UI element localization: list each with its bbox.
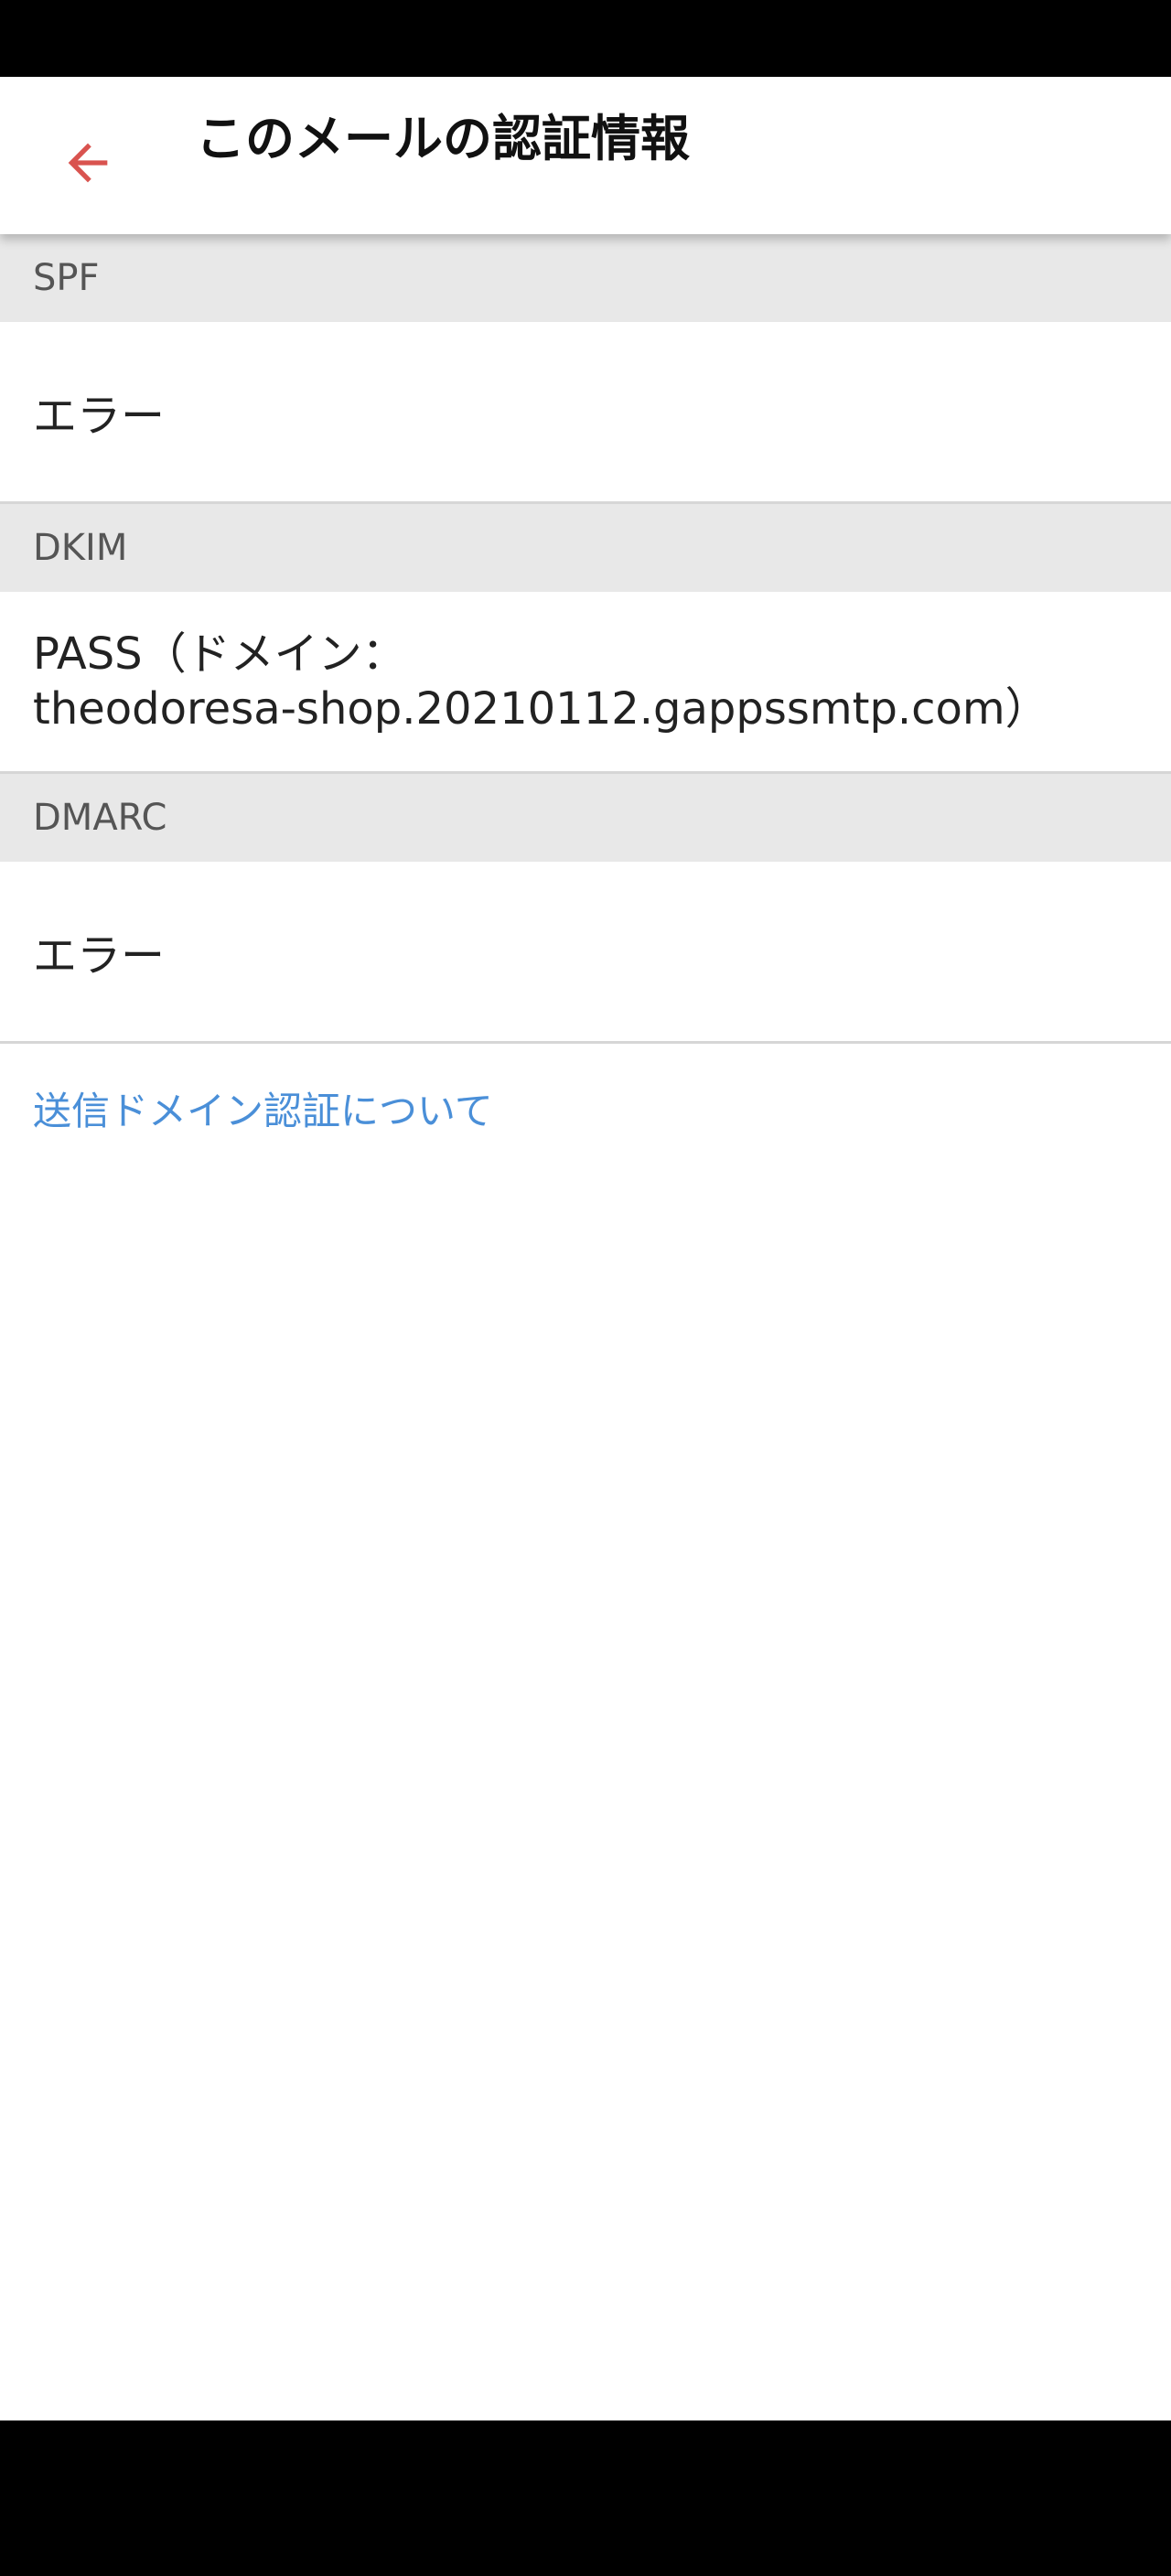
spf-value: エラー	[33, 391, 166, 442]
phone-screen: このメールの認証情報 SPF エラー DKIM PASS（ドメイン： theod…	[0, 0, 1171, 2576]
spf-value-row: エラー	[0, 322, 1171, 504]
dmarc-value-row: エラー	[0, 862, 1171, 1044]
back-button[interactable]	[44, 119, 132, 207]
app-bar: このメールの認証情報	[0, 77, 1171, 234]
dkim-value-line-1: PASS（ドメイン：	[33, 628, 406, 680]
dkim-value: PASS（ドメイン： theodoresa-shop.20210112.gapp…	[33, 627, 1049, 736]
dmarc-section-header: DMARC	[0, 774, 1171, 862]
dkim-label: DKIM	[33, 527, 128, 569]
navigation-bar	[0, 2420, 1171, 2576]
dkim-value-line-2: theodoresa-shop.20210112.gappssmtp.com）	[33, 683, 1049, 735]
dmarc-value: エラー	[33, 930, 166, 982]
sender-domain-auth-link[interactable]: 送信ドメイン認証について	[0, 1044, 1171, 1173]
arrow-left-icon	[68, 143, 108, 183]
dmarc-label: DMARC	[33, 797, 167, 839]
spf-section-header: SPF	[0, 234, 1171, 322]
dkim-section-header: DKIM	[0, 504, 1171, 592]
status-bar	[0, 0, 1171, 77]
auth-info-screen: このメールの認証情報 SPF エラー DKIM PASS（ドメイン： theod…	[0, 77, 1171, 2420]
dkim-value-row: PASS（ドメイン： theodoresa-shop.20210112.gapp…	[0, 592, 1171, 774]
page-title: このメールの認証情報	[196, 110, 690, 167]
spf-label: SPF	[33, 257, 100, 299]
